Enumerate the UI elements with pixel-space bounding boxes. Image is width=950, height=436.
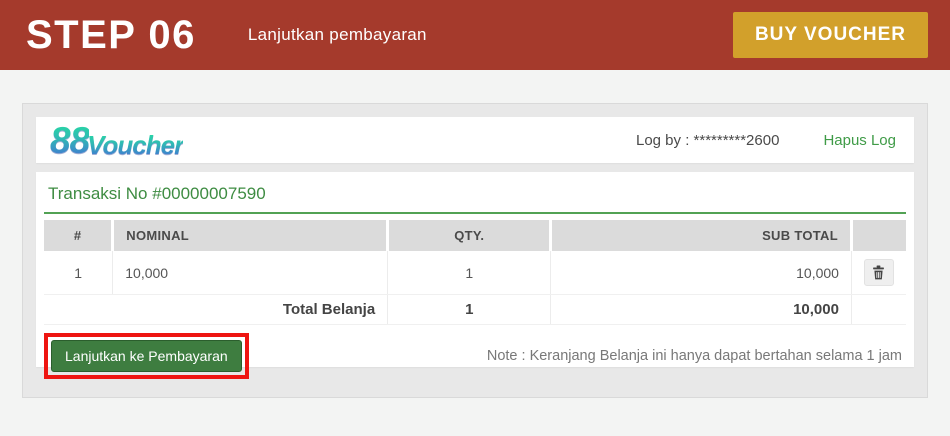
card-content: Transaksi No #00000007590 # NOMINAL QTY.… xyxy=(36,172,914,367)
total-actions-empty xyxy=(851,295,906,325)
88voucher-logo[interactable]: 88 Voucher xyxy=(50,122,183,159)
cart-table: # NOMINAL QTY. SUB TOTAL 1 10,000 1 10,0… xyxy=(44,220,906,325)
cell-nominal: 10,000 xyxy=(113,251,388,295)
red-highlight-annotation: Lanjutkan ke Pembayaran xyxy=(44,333,249,379)
buy-voucher-button[interactable]: BUY VOUCHER xyxy=(733,12,928,58)
delete-item-button[interactable] xyxy=(864,259,894,286)
card-header: 88 Voucher Log by : *********2600 Hapus … xyxy=(36,117,914,163)
logo-text-88: 88 xyxy=(50,122,89,159)
column-header-nominal: NOMINAL xyxy=(113,220,388,251)
column-header-no: # xyxy=(44,220,113,251)
transaction-number-title: Transaksi No #00000007590 xyxy=(48,184,902,204)
table-row: 1 10,000 1 10,000 xyxy=(44,251,906,295)
cell-qty: 1 xyxy=(388,251,551,295)
cart-expiry-note: Note : Keranjang Belanja ini hanya dapat… xyxy=(487,348,906,364)
cell-row-number: 1 xyxy=(44,251,113,295)
hapus-log-link[interactable]: Hapus Log xyxy=(823,132,896,149)
checkout-card: 88 Voucher Log by : *********2600 Hapus … xyxy=(22,103,928,398)
table-header-row: # NOMINAL QTY. SUB TOTAL xyxy=(44,220,906,251)
column-header-actions xyxy=(851,220,906,251)
total-qty: 1 xyxy=(388,295,551,325)
logo-text-voucher: Voucher xyxy=(87,132,183,158)
total-label: Total Belanja xyxy=(44,295,388,325)
total-row: Total Belanja 1 10,000 xyxy=(44,295,906,325)
column-header-subtotal: SUB TOTAL xyxy=(551,220,852,251)
total-subtotal: 10,000 xyxy=(551,295,852,325)
logged-in-user: Log by : *********2600 xyxy=(636,132,779,149)
cell-actions xyxy=(851,251,906,295)
green-divider xyxy=(44,212,906,214)
step-title: STEP 06 xyxy=(26,15,196,55)
actions-row: Lanjutkan ke Pembayaran Note : Keranjang… xyxy=(44,333,906,379)
column-header-qty: QTY. xyxy=(388,220,551,251)
step-banner: STEP 06 Lanjutkan pembayaran BUY VOUCHER xyxy=(0,0,950,70)
step-subtitle: Lanjutkan pembayaran xyxy=(248,25,427,45)
lanjutkan-pembayaran-button[interactable]: Lanjutkan ke Pembayaran xyxy=(51,340,242,372)
trash-icon xyxy=(872,265,885,280)
cell-subtotal: 10,000 xyxy=(551,251,852,295)
